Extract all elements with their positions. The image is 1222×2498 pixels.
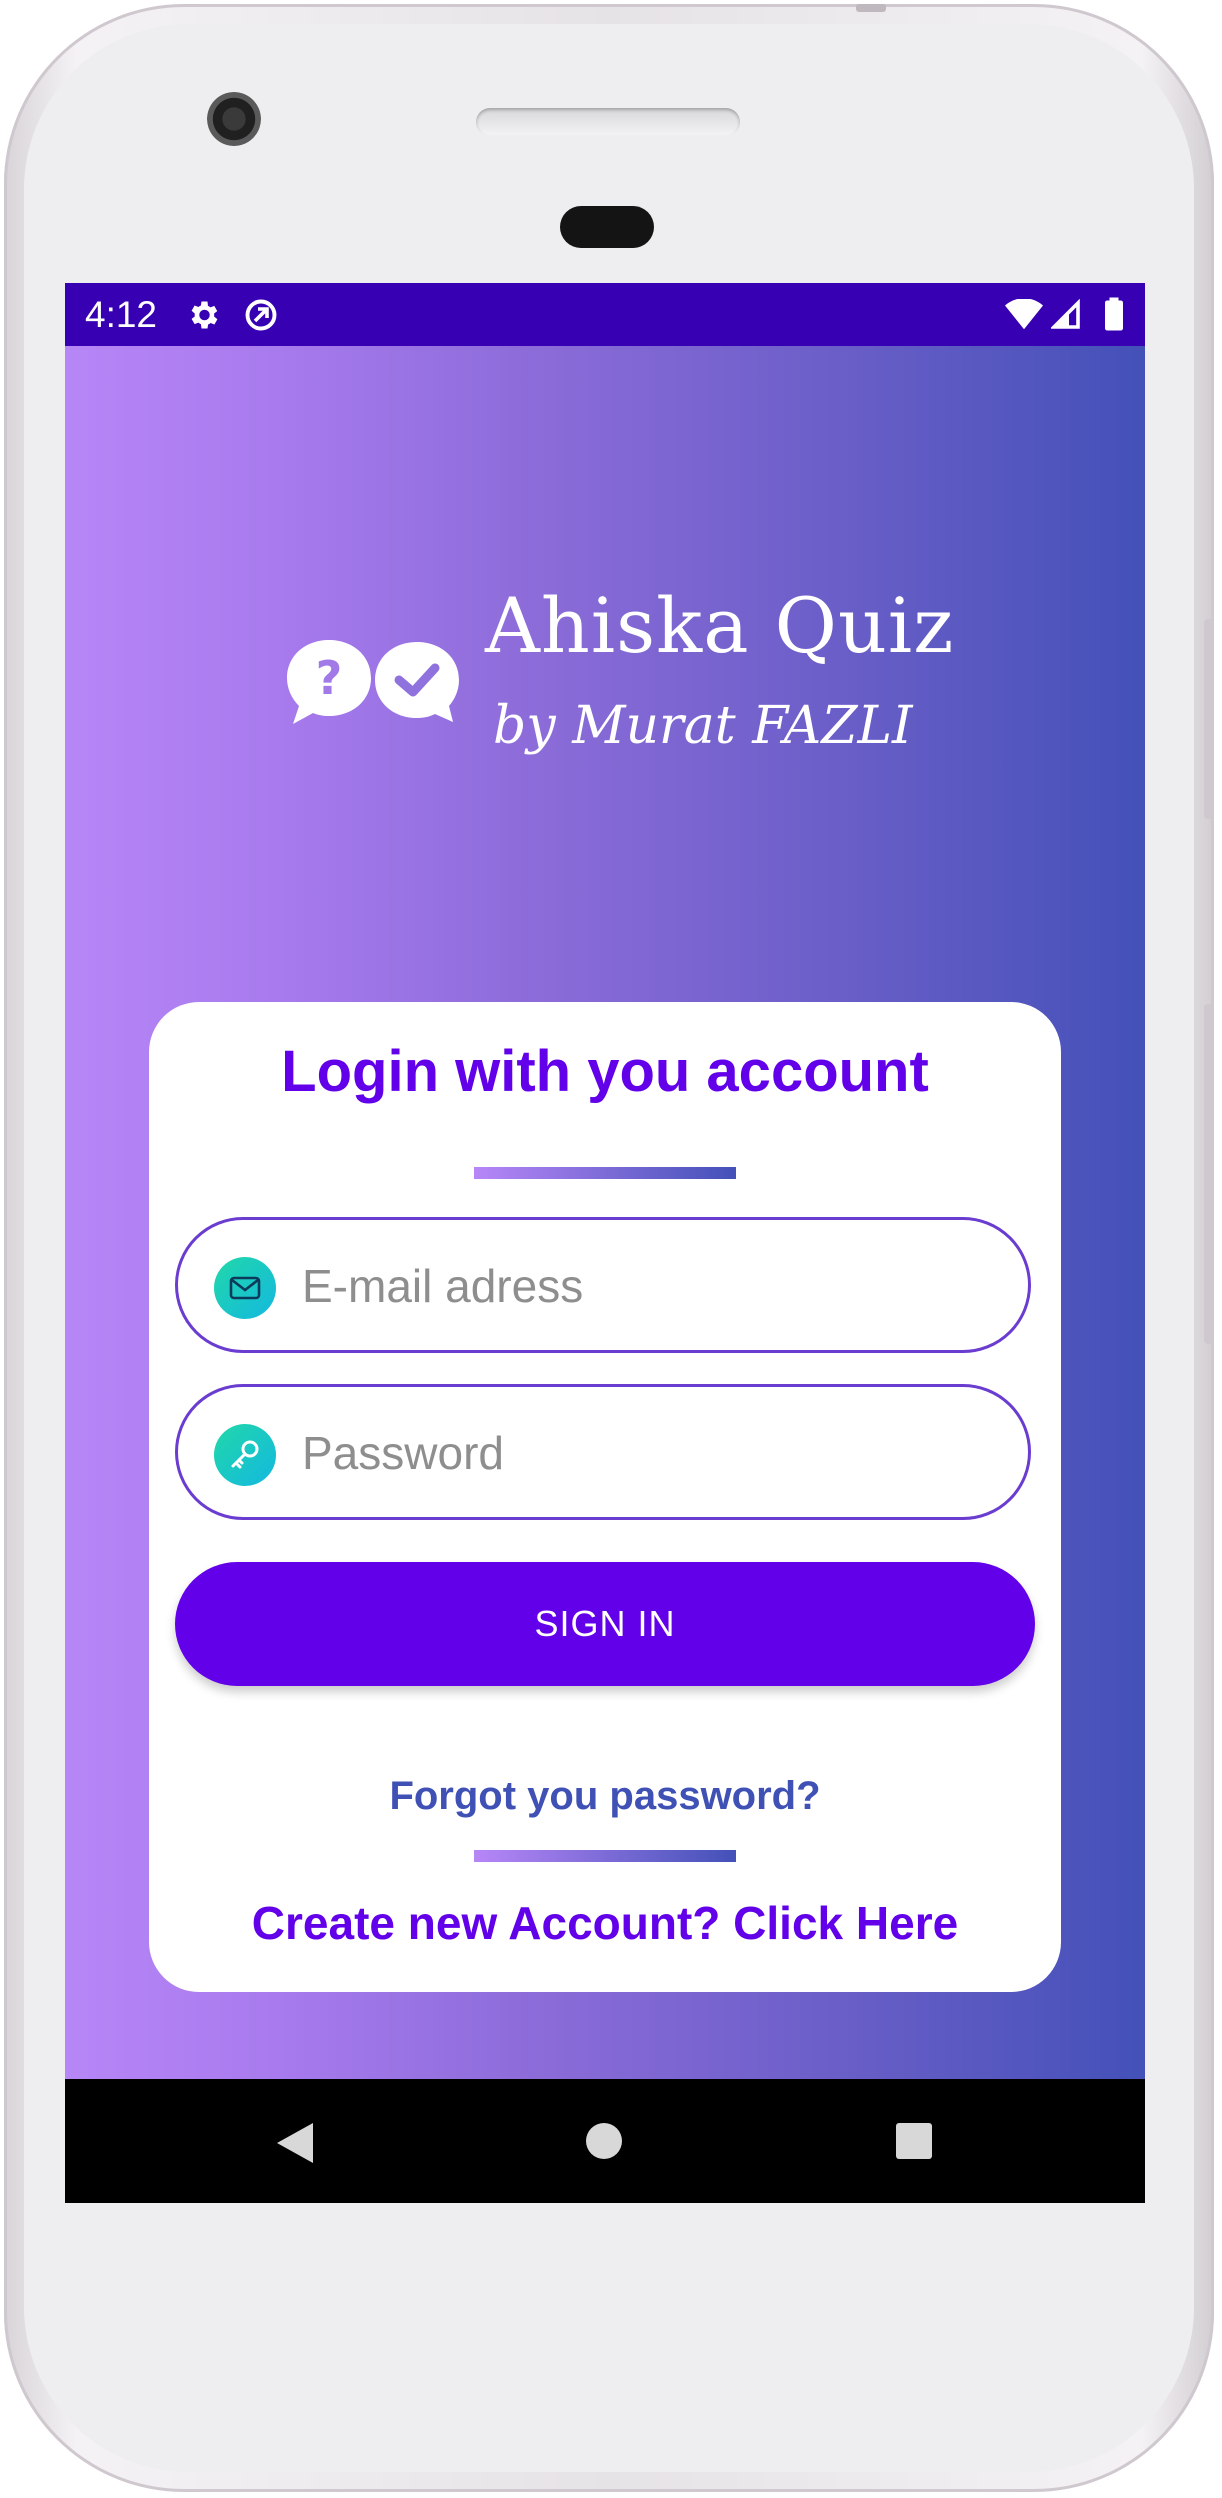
status-bar: 4:12 xyxy=(65,283,1145,346)
front-camera xyxy=(207,92,261,146)
screen: 4:12 ? Ahiska Quiz by Murat FAZLI Login … xyxy=(65,283,1145,2203)
login-title: Login with you account xyxy=(281,1039,929,1104)
key-icon xyxy=(214,1424,276,1486)
phone-top-button xyxy=(856,4,886,12)
home-icon[interactable] xyxy=(585,2122,623,2160)
battery-icon xyxy=(1105,297,1123,331)
phone-volume-button xyxy=(1204,1004,1214,1344)
chat-bubbles-quiz-icon: ? xyxy=(287,640,459,724)
mail-icon xyxy=(214,1257,276,1319)
email-field[interactable] xyxy=(175,1217,1031,1353)
earpiece-speaker xyxy=(476,108,740,136)
password-input[interactable] xyxy=(302,1421,1002,1485)
navigation-bar xyxy=(65,2079,1145,2203)
status-time: 4:12 xyxy=(85,294,158,335)
wifi-icon xyxy=(1005,299,1043,330)
sign-in-button[interactable]: SIGN IN xyxy=(175,1562,1035,1686)
gear-icon xyxy=(191,301,218,329)
forgot-password-link[interactable]: Forgot you password? xyxy=(149,1774,1061,1819)
app-background: ? Ahiska Quiz by Murat FAZLI Login with … xyxy=(65,346,1145,2079)
create-account-link[interactable]: Create new Account? Click Here xyxy=(149,1896,1061,1950)
signal-icon xyxy=(1051,299,1080,329)
phone-power-button xyxy=(1204,619,1214,819)
app-title: Ahiska Quiz xyxy=(485,581,955,670)
title-divider xyxy=(474,1167,736,1179)
back-icon[interactable] xyxy=(275,2121,315,2165)
email-input[interactable] xyxy=(302,1254,1002,1318)
password-field[interactable] xyxy=(175,1384,1031,1520)
sync-icon xyxy=(245,299,277,331)
proximity-sensor xyxy=(560,206,654,248)
links-divider xyxy=(474,1850,736,1862)
app-subtitle: by Murat FAZLI xyxy=(493,696,913,756)
login-card: Login with you account E-mail adress SIG… xyxy=(149,1002,1061,1992)
svg-text:?: ? xyxy=(316,651,343,705)
recents-icon[interactable] xyxy=(895,2122,933,2160)
